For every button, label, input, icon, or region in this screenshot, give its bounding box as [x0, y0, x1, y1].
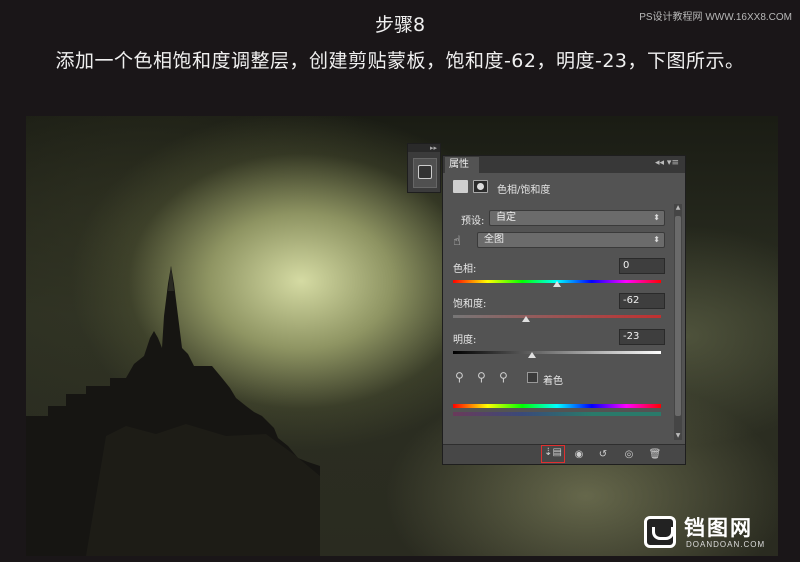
preset-select[interactable]: 自定 ⬍ — [489, 210, 665, 226]
scroll-up-icon[interactable]: ▲ — [674, 204, 682, 212]
visibility-icon[interactable]: ◎ — [621, 448, 637, 462]
step-description: 添加一个色相饱和度调整层，创建剪贴蒙板，饱和度-62，明度-23，下图所示。 — [55, 50, 745, 72]
properties-panel: 属性 ◂◂ ▾≡ 色相/饱和度 预设: 自定 ⬍ ☝ 全图 ⬍ 色相: 0 饱和… — [442, 155, 686, 465]
saturation-slider-thumb[interactable] — [521, 316, 530, 322]
adjustment-icon — [418, 165, 432, 179]
colorize-checkbox[interactable] — [527, 372, 538, 383]
hue-label: 色相: — [453, 264, 477, 275]
properties-dock: ▸▸ — [407, 143, 441, 193]
panel-scrollbar[interactable]: ▲ ▼ — [674, 204, 682, 440]
view-previous-icon[interactable]: ◉ — [571, 448, 587, 462]
targeted-adjustment-hand-icon[interactable]: ☝ — [453, 234, 461, 249]
hue-input[interactable]: 0 — [619, 258, 665, 274]
hue-saturation-icon — [453, 180, 468, 193]
adjustment-title: 色相/饱和度 — [497, 185, 551, 196]
scroll-thumb[interactable] — [675, 216, 681, 416]
panel-titlebar[interactable]: 属性 ◂◂ ▾≡ — [443, 156, 685, 173]
eyedropper-add-icon[interactable]: ⚲ — [477, 370, 486, 384]
clip-to-layer-icon[interactable]: ⇣▤ — [541, 445, 565, 463]
input-color-bar — [453, 404, 661, 408]
eyedropper-subtract-icon[interactable]: ⚲ — [499, 370, 508, 384]
chevron-updown-icon: ⬍ — [653, 213, 660, 222]
panel-footer: ⇣▤ ◉ ↺ ◎ 🗑 — [443, 444, 685, 464]
mask-icon[interactable] — [473, 180, 488, 193]
tutorial-header: 步骤8 添加一个色相饱和度调整层，创建剪贴蒙板，饱和度-62，明度-23，下图所… — [0, 0, 800, 112]
preset-value: 自定 — [496, 212, 516, 223]
reset-icon[interactable]: ↺ — [595, 448, 611, 462]
lightness-label: 明度: — [453, 335, 477, 346]
scroll-down-icon[interactable]: ▼ — [674, 432, 682, 440]
lightness-slider-thumb[interactable] — [528, 352, 537, 358]
logo-icon — [644, 516, 676, 548]
output-color-bar — [453, 412, 661, 416]
eyedropper-icon[interactable]: ⚲ — [455, 370, 464, 384]
saturation-label: 饱和度: — [453, 299, 487, 310]
site-watermark: PS设计教程网 WWW.16XX8.COM — [639, 12, 792, 23]
site-logo: 铛图网 DOANDOAN.COM — [644, 512, 794, 556]
logo-name: 铛图网 — [684, 516, 753, 540]
logo-url: DOANDOAN.COM — [686, 540, 766, 549]
properties-dock-button[interactable] — [413, 158, 437, 188]
channel-value: 全图 — [484, 234, 504, 245]
adjustment-header: 色相/饱和度 — [453, 179, 673, 197]
preset-label: 预设: — [461, 216, 485, 227]
tab-properties[interactable]: 属性 — [445, 157, 479, 173]
hue-slider-thumb[interactable] — [553, 281, 561, 287]
saturation-slider[interactable] — [453, 315, 661, 322]
lightness-input[interactable]: -23 — [619, 329, 665, 345]
saturation-input[interactable]: -62 — [619, 293, 665, 309]
delete-icon[interactable]: 🗑 — [647, 448, 663, 462]
channel-select[interactable]: 全图 ⬍ — [477, 232, 665, 248]
panel-menu-icon[interactable]: ◂◂ ▾≡ — [655, 158, 679, 168]
colorize-label: 着色 — [543, 376, 563, 387]
hue-slider[interactable] — [453, 280, 661, 287]
dock-grip[interactable]: ▸▸ — [408, 144, 440, 152]
lightness-slider[interactable] — [453, 351, 661, 358]
chevron-updown-icon: ⬍ — [653, 235, 660, 244]
